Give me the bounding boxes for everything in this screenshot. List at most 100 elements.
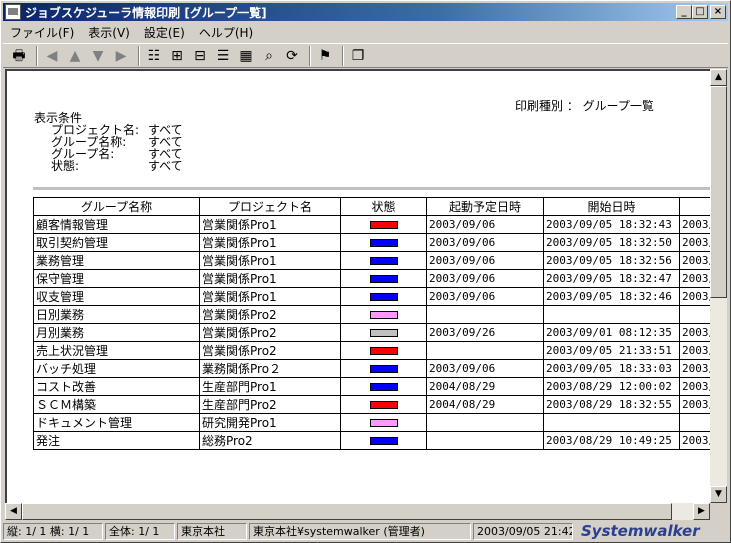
table-row: コスト改善 生産部門Pro1 2004/08/29 2003/08/29 12:00:…: [33, 377, 710, 396]
status-swatch: [369, 221, 398, 229]
table-row: バッチ処理 業務関係Pro２ 2003/09/06 2003/09/05 18:33:…: [33, 359, 710, 378]
group-name-cell: 業務管理: [33, 251, 200, 270]
menu-file[interactable]: ファイル(F): [3, 24, 81, 41]
extra-datetime-cell: 2003/: [679, 431, 710, 450]
scroll-thumb[interactable]: [710, 86, 727, 298]
start-datetime-cell: [543, 305, 680, 324]
table-row: 発注総務Pro2 2003/08/29 10:49:252003/: [33, 431, 710, 450]
horizontal-scrollbar[interactable]: ◀ ▶: [5, 503, 710, 520]
start-datetime-cell: 2003/09/05 18:32:47: [543, 269, 680, 288]
status-bar: 縦: 1/ 1 横: 1/ 1 全体: 1/ 1 東京本社 東京本社¥syste…: [3, 521, 728, 541]
maximize-button[interactable]: □: [692, 5, 708, 19]
scroll-left-icon[interactable]: ◀: [5, 503, 22, 520]
systemwalker-logo: Systemwalker: [581, 522, 700, 540]
menu-settings[interactable]: 設定(E): [137, 24, 192, 41]
start-datetime-cell: 2003/09/01 08:12:35: [543, 323, 680, 342]
project-name-cell: 研究開発Pro1: [199, 413, 341, 432]
scheduled-date-cell: 2003/09/06: [426, 251, 544, 270]
group-name-cell: コスト改善: [33, 377, 200, 396]
scheduled-date-cell: 2003/09/06: [426, 215, 544, 234]
tree-expand-icon[interactable]: ⊞: [167, 46, 187, 66]
tree-collapse-icon[interactable]: ⊟: [190, 46, 210, 66]
start-datetime-cell: 2003/09/05 18:32:46: [543, 287, 680, 306]
print-type-label: 印刷種別 ： グループ一覧: [515, 99, 654, 113]
extra-datetime-cell: [679, 305, 710, 324]
extra-datetime-cell: 2003/: [679, 215, 710, 234]
group-name-cell: 保守管理: [33, 269, 200, 288]
status-cell: [340, 413, 427, 432]
column-header: 状態: [340, 197, 427, 216]
arrow-left-icon[interactable]: ◀: [42, 46, 62, 66]
status-cell: [340, 251, 427, 270]
extra-datetime-cell: 2003/: [679, 323, 710, 342]
project-name-cell: 営業関係Pro2: [199, 323, 341, 342]
menu-view[interactable]: 表示(V): [81, 24, 137, 41]
scroll-corner: [710, 503, 727, 520]
menu-bar: ファイル(F) 表示(V) 設定(E) ヘルプ(H): [3, 23, 728, 42]
group-name-cell: ドキュメント管理: [33, 413, 200, 432]
status-swatch: [369, 383, 398, 391]
group-name-cell: ＳＣＭ構築: [33, 395, 200, 414]
scheduled-date-cell: [426, 341, 544, 360]
scroll-thumb[interactable]: [22, 503, 672, 520]
status-cell: [340, 395, 427, 414]
refresh-icon[interactable]: ⟳: [282, 46, 302, 66]
start-datetime-cell: 2003/08/29 10:49:25: [543, 431, 680, 450]
detail-view-icon[interactable]: ▦: [236, 46, 256, 66]
scheduled-date-cell: 2003/09/06: [426, 359, 544, 378]
print-icon[interactable]: 🖶: [9, 46, 29, 66]
status-swatch: [369, 401, 398, 409]
project-name-cell: 営業関係Pro2: [199, 305, 341, 324]
stamp-icon[interactable]: ⚑: [315, 46, 335, 66]
toolbar-separator: [138, 45, 140, 66]
status-total: 全体: 1/ 1: [105, 522, 175, 540]
start-datetime-cell: 2003/09/05 18:32:56: [543, 251, 680, 270]
divider: [33, 187, 710, 190]
status-datetime: 2003/09/05 21:42: [473, 522, 573, 540]
status-swatch: [369, 365, 398, 373]
start-datetime-cell: [543, 413, 680, 432]
table-row: ドキュメント管理 研究開発Pro1: [33, 413, 710, 432]
scroll-right-icon[interactable]: ▶: [693, 503, 710, 520]
start-datetime-cell: 2003/09/05 18:32:43: [543, 215, 680, 234]
title-bar: ジョブスケジューラ情報印刷 [グループ一覧] _ □ ×: [3, 3, 728, 21]
status-swatch: [369, 257, 398, 265]
vertical-scrollbar[interactable]: ▲ ▼: [710, 69, 727, 503]
scroll-up-icon[interactable]: ▲: [710, 69, 727, 86]
group-name-cell: 収支管理: [33, 287, 200, 306]
tree-view-icon[interactable]: ☷: [144, 46, 164, 66]
arrow-down-icon[interactable]: ▼: [88, 46, 108, 66]
table-row: 取引契約管理 営業関係Pro1 2003/09/06 2003/09/05 18:32…: [33, 233, 710, 252]
arrow-right-icon[interactable]: ▶: [111, 46, 131, 66]
table-row: 日別業務 営業関係Pro2: [33, 305, 710, 324]
project-name-cell: 総務Pro2: [199, 431, 341, 450]
table-row: 収支管理 営業関係Pro1 2003/09/06 2003/09/05 18:32:4…: [33, 287, 710, 306]
toolbar-separator: [342, 45, 344, 66]
scroll-down-icon[interactable]: ▼: [710, 486, 727, 503]
status-user: 東京本社¥systemwalker (管理者): [249, 522, 471, 540]
close-button[interactable]: ×: [710, 5, 726, 19]
search-icon[interactable]: ⌕: [259, 46, 279, 66]
window-icon[interactable]: ❐: [348, 46, 368, 66]
status-cell: [340, 233, 427, 252]
scheduled-date-cell: 2003/09/06: [426, 269, 544, 288]
arrow-up-icon[interactable]: ▲: [65, 46, 85, 66]
app-window: ジョブスケジューラ情報印刷 [グループ一覧] _ □ × ファイル(F) 表示(…: [0, 0, 731, 543]
status-swatch: [369, 293, 398, 301]
project-name-cell: 営業関係Pro1: [199, 287, 341, 306]
start-datetime-cell: 2003/09/05 18:33:03: [543, 359, 680, 378]
toolbar: 🖶 ◀ ▲ ▼ ▶ ☷ ⊞ ⊟ ☰ ▦ ⌕ ⟳ ⚑ ❐: [3, 43, 728, 68]
status-cell: [340, 377, 427, 396]
status-server: 東京本社: [177, 522, 247, 540]
group-name-cell: 発注: [33, 431, 200, 450]
extra-datetime-cell: 2003/: [679, 359, 710, 378]
menu-help[interactable]: ヘルプ(H): [192, 24, 260, 41]
project-name-cell: 生産部門Pro2: [199, 395, 341, 414]
minimize-button[interactable]: _: [676, 5, 692, 19]
list-view-icon[interactable]: ☰: [213, 46, 233, 66]
status-cell: [340, 323, 427, 342]
status-page: 縦: 1/ 1 横: 1/ 1: [3, 522, 103, 540]
start-datetime-cell: 2003/09/05 21:33:51: [543, 341, 680, 360]
group-name-cell: 顧客情報管理: [33, 215, 200, 234]
window-title: ジョブスケジューラ情報印刷 [グループ一覧]: [25, 5, 267, 20]
